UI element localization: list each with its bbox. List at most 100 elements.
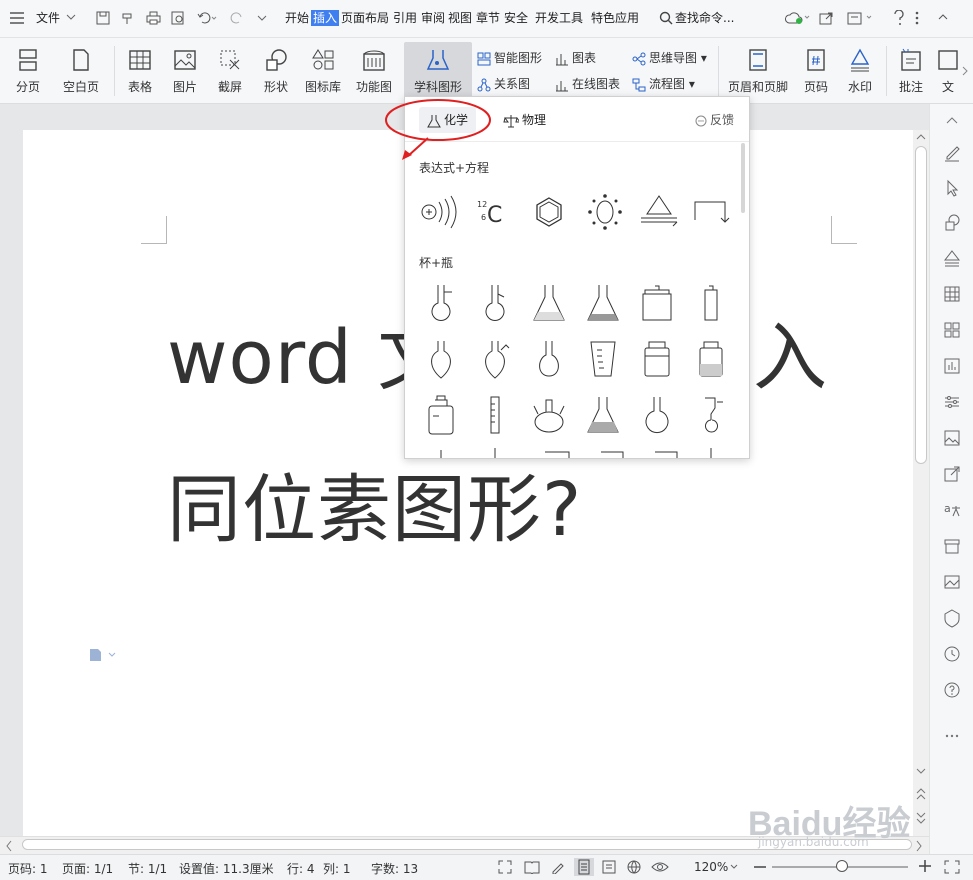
fullscreen-icon[interactable] — [498, 860, 512, 874]
header-footer-button[interactable]: 页眉和页脚 — [724, 42, 792, 100]
tab-page-layout[interactable]: 页面布局 — [341, 10, 389, 26]
scroll-up-icon[interactable] — [913, 132, 929, 142]
zoom-slider-thumb[interactable] — [836, 860, 848, 872]
blank-page-button[interactable]: 空白页 — [56, 42, 106, 100]
tab-reference[interactable]: 引用 — [393, 10, 417, 26]
electron-dots-shape[interactable] — [585, 190, 625, 234]
text-box-button[interactable]: 文 — [936, 42, 960, 100]
table-button[interactable]: 表格 — [120, 42, 160, 100]
reagent-jar-shape[interactable] — [637, 282, 677, 326]
round-bottom-flask-shape[interactable] — [637, 394, 677, 438]
export-icon[interactable] — [942, 464, 962, 484]
more-down-icon[interactable] — [257, 14, 267, 22]
archive-icon[interactable] — [942, 536, 962, 556]
erlenmeyer-flask-shape[interactable] — [529, 282, 569, 326]
format-painter-icon[interactable] — [121, 11, 135, 25]
flowchart-button[interactable]: 流程图 ▾ — [632, 75, 695, 93]
pen-icon[interactable] — [942, 142, 962, 162]
isotope-shape[interactable]: 12 6 C — [473, 190, 513, 234]
chart-button[interactable]: 图表 — [555, 49, 596, 67]
help-circle-icon[interactable] — [942, 680, 962, 700]
function-chart-button[interactable]: 功能图 — [350, 42, 398, 100]
stats-icon[interactable] — [942, 356, 962, 376]
apps-icon[interactable] — [942, 320, 962, 340]
tab-physics[interactable]: 物理 — [495, 107, 554, 133]
icon-library-button[interactable]: 图标库 — [302, 42, 344, 100]
chevron-down-icon[interactable] — [66, 13, 76, 21]
shapes-icon[interactable] — [942, 212, 962, 232]
hamburger-icon[interactable] — [10, 12, 24, 24]
zoom-dropdown-icon[interactable] — [730, 864, 738, 870]
tab-features[interactable]: 特色应用 — [591, 10, 639, 26]
distill-flask-shape[interactable] — [475, 282, 515, 326]
mind-map-button[interactable]: 思维导图 ▾ — [632, 49, 707, 67]
panel-scroll-thumb[interactable] — [741, 143, 745, 213]
online-chart-button[interactable]: 在线图表 — [555, 75, 620, 93]
next-page-icon[interactable] — [915, 810, 927, 826]
tab-review[interactable]: 审阅 — [421, 10, 445, 26]
picture-icon[interactable] — [942, 572, 962, 592]
table-grid-icon[interactable] — [942, 284, 962, 304]
tab-developer[interactable]: 开发工具 — [535, 10, 583, 26]
zoom-level[interactable]: 120% — [694, 860, 728, 874]
feedback-button[interactable]: 反馈 — [687, 107, 742, 133]
test-tube-shape[interactable] — [691, 282, 731, 326]
collapse-up-icon[interactable] — [942, 114, 962, 134]
outline-view-icon[interactable] — [602, 860, 616, 874]
conical-flask-liquid-shape[interactable] — [583, 394, 623, 438]
comment-button[interactable]: 批注 — [892, 42, 930, 100]
wash-bottle-shape[interactable] — [421, 394, 461, 438]
translate-icon[interactable]: a — [942, 500, 962, 520]
share-icon[interactable] — [819, 11, 833, 25]
collapse-icon[interactable] — [937, 11, 949, 23]
tab-start[interactable]: 开始 — [285, 10, 309, 26]
tab-insert[interactable]: 插入 — [311, 10, 340, 26]
benzene-ring-shape[interactable] — [529, 190, 569, 234]
bracket-arrow-shape[interactable] — [693, 190, 733, 234]
tab-view[interactable]: 视图 — [448, 10, 472, 26]
conical-flask-shape[interactable] — [583, 282, 623, 326]
help-icon[interactable] — [893, 10, 905, 26]
addition-funnel-shape[interactable] — [691, 394, 731, 438]
volumetric-flask-shape[interactable] — [529, 338, 569, 382]
subject-graphic-button[interactable]: 学科图形 — [404, 42, 472, 100]
pear-flask-shape[interactable] — [421, 338, 461, 382]
round-flask-side-shape[interactable] — [421, 282, 461, 326]
liquid-bottle-shape[interactable] — [691, 338, 731, 382]
paragraph-layout-icon[interactable] — [89, 648, 117, 662]
search-command[interactable]: 查找命令... — [675, 10, 734, 26]
tab-security[interactable]: 安全 — [504, 10, 528, 26]
atom-structure-shape[interactable] — [417, 190, 457, 234]
search-icon[interactable] — [659, 11, 673, 25]
sample-bottle-shape[interactable] — [637, 338, 677, 382]
status-row[interactable]: 行: 4 — [287, 860, 315, 877]
shield-icon[interactable] — [942, 608, 962, 628]
screenshot-button[interactable]: 截屏 — [210, 42, 250, 100]
smart-graphic-button[interactable]: 智能图形 — [477, 49, 542, 67]
more-horizontal-icon[interactable] — [942, 732, 962, 752]
page-number-button[interactable]: 页码 — [796, 42, 836, 100]
layers-icon[interactable] — [942, 248, 962, 268]
read-mode-icon[interactable] — [524, 860, 540, 874]
measuring-cup-shape[interactable] — [583, 338, 623, 382]
separatory-flask-shape[interactable] — [475, 338, 515, 382]
cloud-sync-icon[interactable] — [785, 11, 811, 25]
burette-shape[interactable] — [475, 394, 515, 438]
tab-chapter[interactable]: 章节 — [476, 10, 500, 26]
picture-button[interactable]: 图片 — [166, 42, 204, 100]
pointer-icon[interactable] — [942, 178, 962, 198]
eye-protection-icon[interactable] — [651, 860, 669, 874]
image-library-icon[interactable] — [942, 428, 962, 448]
relation-button[interactable]: 关系图 — [477, 75, 530, 93]
prev-page-icon[interactable] — [915, 786, 927, 802]
save-icon[interactable] — [96, 11, 110, 25]
print-preview-icon[interactable] — [171, 11, 186, 25]
file-menu[interactable]: 文件 — [36, 10, 60, 26]
status-col[interactable]: 列: 1 — [323, 860, 351, 877]
history-icon[interactable] — [942, 644, 962, 664]
web-view-icon[interactable] — [627, 860, 641, 874]
scroll-right-icon[interactable] — [914, 838, 924, 854]
sliders-icon[interactable] — [942, 392, 962, 412]
collapse-ribbon-icon[interactable] — [847, 11, 875, 25]
zoom-in-icon[interactable] — [919, 860, 931, 872]
